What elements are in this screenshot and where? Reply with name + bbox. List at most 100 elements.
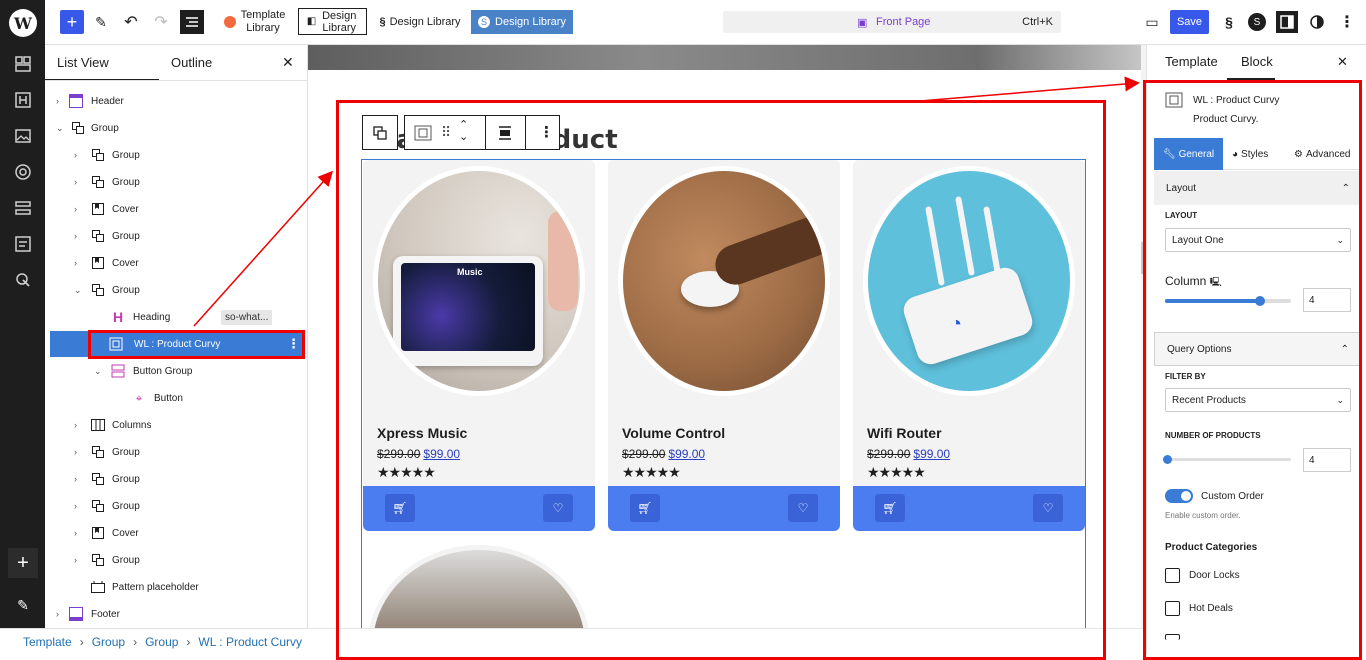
redo-icon[interactable]: ↷	[151, 8, 171, 36]
spectra-icon[interactable]: S	[1247, 8, 1267, 36]
product-card[interactable]: Music Xpress Music $299.00 $99.00 ★★★★★ 🛒…	[363, 160, 595, 531]
tab-advanced[interactable]: ⚙ Advanced	[1294, 138, 1360, 170]
list-item-group[interactable]: ⌄ Group	[45, 277, 307, 303]
list-item-cover[interactable]: › Cover	[45, 520, 307, 546]
list-item-group[interactable]: › Group	[45, 142, 307, 168]
list-item-group[interactable]: › Group	[45, 547, 307, 573]
product-image[interactable]	[618, 166, 830, 396]
breadcrumb-item[interactable]: Template	[23, 635, 72, 649]
pencil-icon[interactable]: ✎	[10, 592, 36, 618]
options-more-icon[interactable]: ⋮	[1337, 8, 1357, 36]
filter-by-select[interactable]: Recent Products ⌄	[1165, 388, 1351, 412]
command-palette-button[interactable]: ▣ Front Page Ctrl+K	[723, 11, 1061, 33]
chevron-right-icon[interactable]: ›	[74, 150, 77, 160]
tools-pencil-icon[interactable]: ✎	[91, 8, 111, 36]
category-checkbox[interactable]	[1165, 634, 1180, 640]
product-image[interactable]: Music	[373, 166, 585, 396]
chevron-right-icon[interactable]: ›	[74, 447, 77, 457]
more-options-icon[interactable]: ⋮	[539, 123, 554, 141]
image-icon[interactable]	[10, 123, 36, 149]
breadcrumb-item[interactable]: Group	[145, 635, 178, 649]
chevron-down-icon[interactable]: ⌄	[94, 366, 102, 377]
wishlist-button[interactable]: ♡	[1033, 494, 1063, 522]
save-button[interactable]: Save	[1170, 10, 1209, 34]
chevron-right-icon[interactable]: ›	[74, 258, 77, 268]
product-name[interactable]: Wifi Router	[867, 425, 942, 441]
layout-select[interactable]: Layout One ⌄	[1165, 228, 1351, 252]
design-library-button-2[interactable]: § Design Library	[377, 8, 463, 36]
chevron-right-icon[interactable]: ›	[74, 528, 77, 538]
list-item-header[interactable]: › Header	[45, 88, 307, 114]
breadcrumb-item[interactable]: WL : Product Curvy	[198, 635, 302, 649]
wishlist-button[interactable]: ♡	[543, 494, 573, 522]
product-name[interactable]: Volume Control	[622, 425, 725, 441]
number-of-products-slider[interactable]	[1163, 455, 1291, 464]
tab-styles[interactable]: ◕ Styles	[1232, 138, 1282, 170]
list-item-button[interactable]: ⌖ Button	[45, 385, 307, 411]
product-card[interactable]: Volume Control $299.00 $99.00 ★★★★★ 🛒︎ ♡	[608, 160, 840, 531]
close-icon[interactable]: ✕	[282, 54, 294, 71]
column-slider-thumb[interactable]	[1254, 296, 1265, 306]
list-item-button-group[interactable]: ⌄ Button Group	[45, 358, 307, 384]
chevron-right-icon[interactable]: ›	[74, 420, 77, 430]
design-library-button-1[interactable]: ◧ Design Library	[298, 8, 367, 35]
design-library-button-3[interactable]: S Design Library	[471, 10, 573, 34]
add-to-cart-button[interactable]: 🛒︎	[875, 494, 905, 522]
breadcrumb-item[interactable]: Group	[92, 635, 125, 649]
stackable-logo-icon[interactable]: §	[1219, 8, 1239, 36]
styles-contrast-icon[interactable]	[1307, 8, 1327, 36]
list-item-columns[interactable]: › Columns	[45, 412, 307, 438]
chevron-right-icon[interactable]: ›	[74, 474, 77, 484]
wishlist-button[interactable]: ♡	[788, 494, 818, 522]
move-up-down-icon[interactable]: ⌃ ⌄	[459, 119, 468, 143]
chevron-right-icon[interactable]: ›	[74, 555, 77, 565]
list-item-cover[interactable]: › Cover	[45, 250, 307, 276]
select-parent-button[interactable]	[362, 115, 398, 150]
column-slider[interactable]	[1165, 296, 1291, 306]
chevron-down-icon[interactable]: ⌄	[74, 285, 82, 296]
align-icon[interactable]	[497, 126, 513, 145]
tab-list-view[interactable]: List View	[57, 55, 109, 70]
list-item-pattern-placeholder[interactable]: Pattern placeholder	[45, 574, 307, 600]
template-library-button[interactable]: Template Library	[220, 8, 290, 36]
chevron-down-icon[interactable]: ⌄	[56, 123, 64, 134]
list-item-group[interactable]: › Group	[45, 466, 307, 492]
chevron-right-icon[interactable]: ›	[74, 204, 77, 214]
category-checkbox[interactable]	[1165, 601, 1180, 616]
cursor-click-icon[interactable]	[10, 267, 36, 293]
drag-handle-icon[interactable]: ⠿	[441, 124, 451, 141]
chevron-right-icon[interactable]: ›	[74, 177, 77, 187]
settings-sidebar-button[interactable]	[1276, 11, 1298, 33]
product-name[interactable]: Xpress Music	[377, 425, 467, 441]
layout-rows-icon[interactable]	[10, 195, 36, 221]
column-number-input[interactable]: 4	[1303, 288, 1351, 312]
tab-general[interactable]: 🔧︎ General	[1154, 138, 1223, 170]
list-item-group[interactable]: ⌄ Group	[45, 115, 307, 141]
list-item-cover[interactable]: › Cover	[45, 196, 307, 222]
query-options-panel-toggle[interactable]: Query Options ⌃	[1154, 332, 1360, 366]
add-icon[interactable]: +	[8, 548, 38, 578]
dashboard-icon[interactable]	[10, 51, 36, 77]
product-block-icon[interactable]	[414, 125, 432, 146]
chevron-right-icon[interactable]: ›	[56, 609, 59, 619]
document-overview-button[interactable]	[180, 10, 204, 34]
block-options-icon[interactable]: ⋮	[287, 336, 300, 352]
target-icon[interactable]	[10, 159, 36, 185]
chevron-right-icon[interactable]: ›	[74, 501, 77, 511]
layout-panel-toggle[interactable]: Layout ⌃	[1154, 171, 1360, 205]
chevron-right-icon[interactable]: ›	[74, 231, 77, 241]
list-item-group[interactable]: › Group	[45, 439, 307, 465]
list-item-group[interactable]: › Group	[45, 223, 307, 249]
chevron-right-icon[interactable]: ›	[56, 96, 59, 106]
product-image[interactable]: ◔	[863, 166, 1075, 396]
custom-order-toggle[interactable]	[1165, 489, 1193, 503]
number-of-products-input[interactable]: 4	[1303, 448, 1351, 472]
close-icon[interactable]: ✕	[1337, 54, 1348, 70]
list-item-footer[interactable]: › Footer	[45, 601, 307, 627]
wordpress-logo-icon[interactable]: W	[9, 9, 37, 37]
number-of-products-slider-thumb[interactable]	[1163, 455, 1172, 464]
tab-block[interactable]: Block	[1241, 54, 1273, 69]
list-item-group[interactable]: › Group	[45, 169, 307, 195]
list-item-group[interactable]: › Group	[45, 493, 307, 519]
add-to-cart-button[interactable]: 🛒︎	[385, 494, 415, 522]
